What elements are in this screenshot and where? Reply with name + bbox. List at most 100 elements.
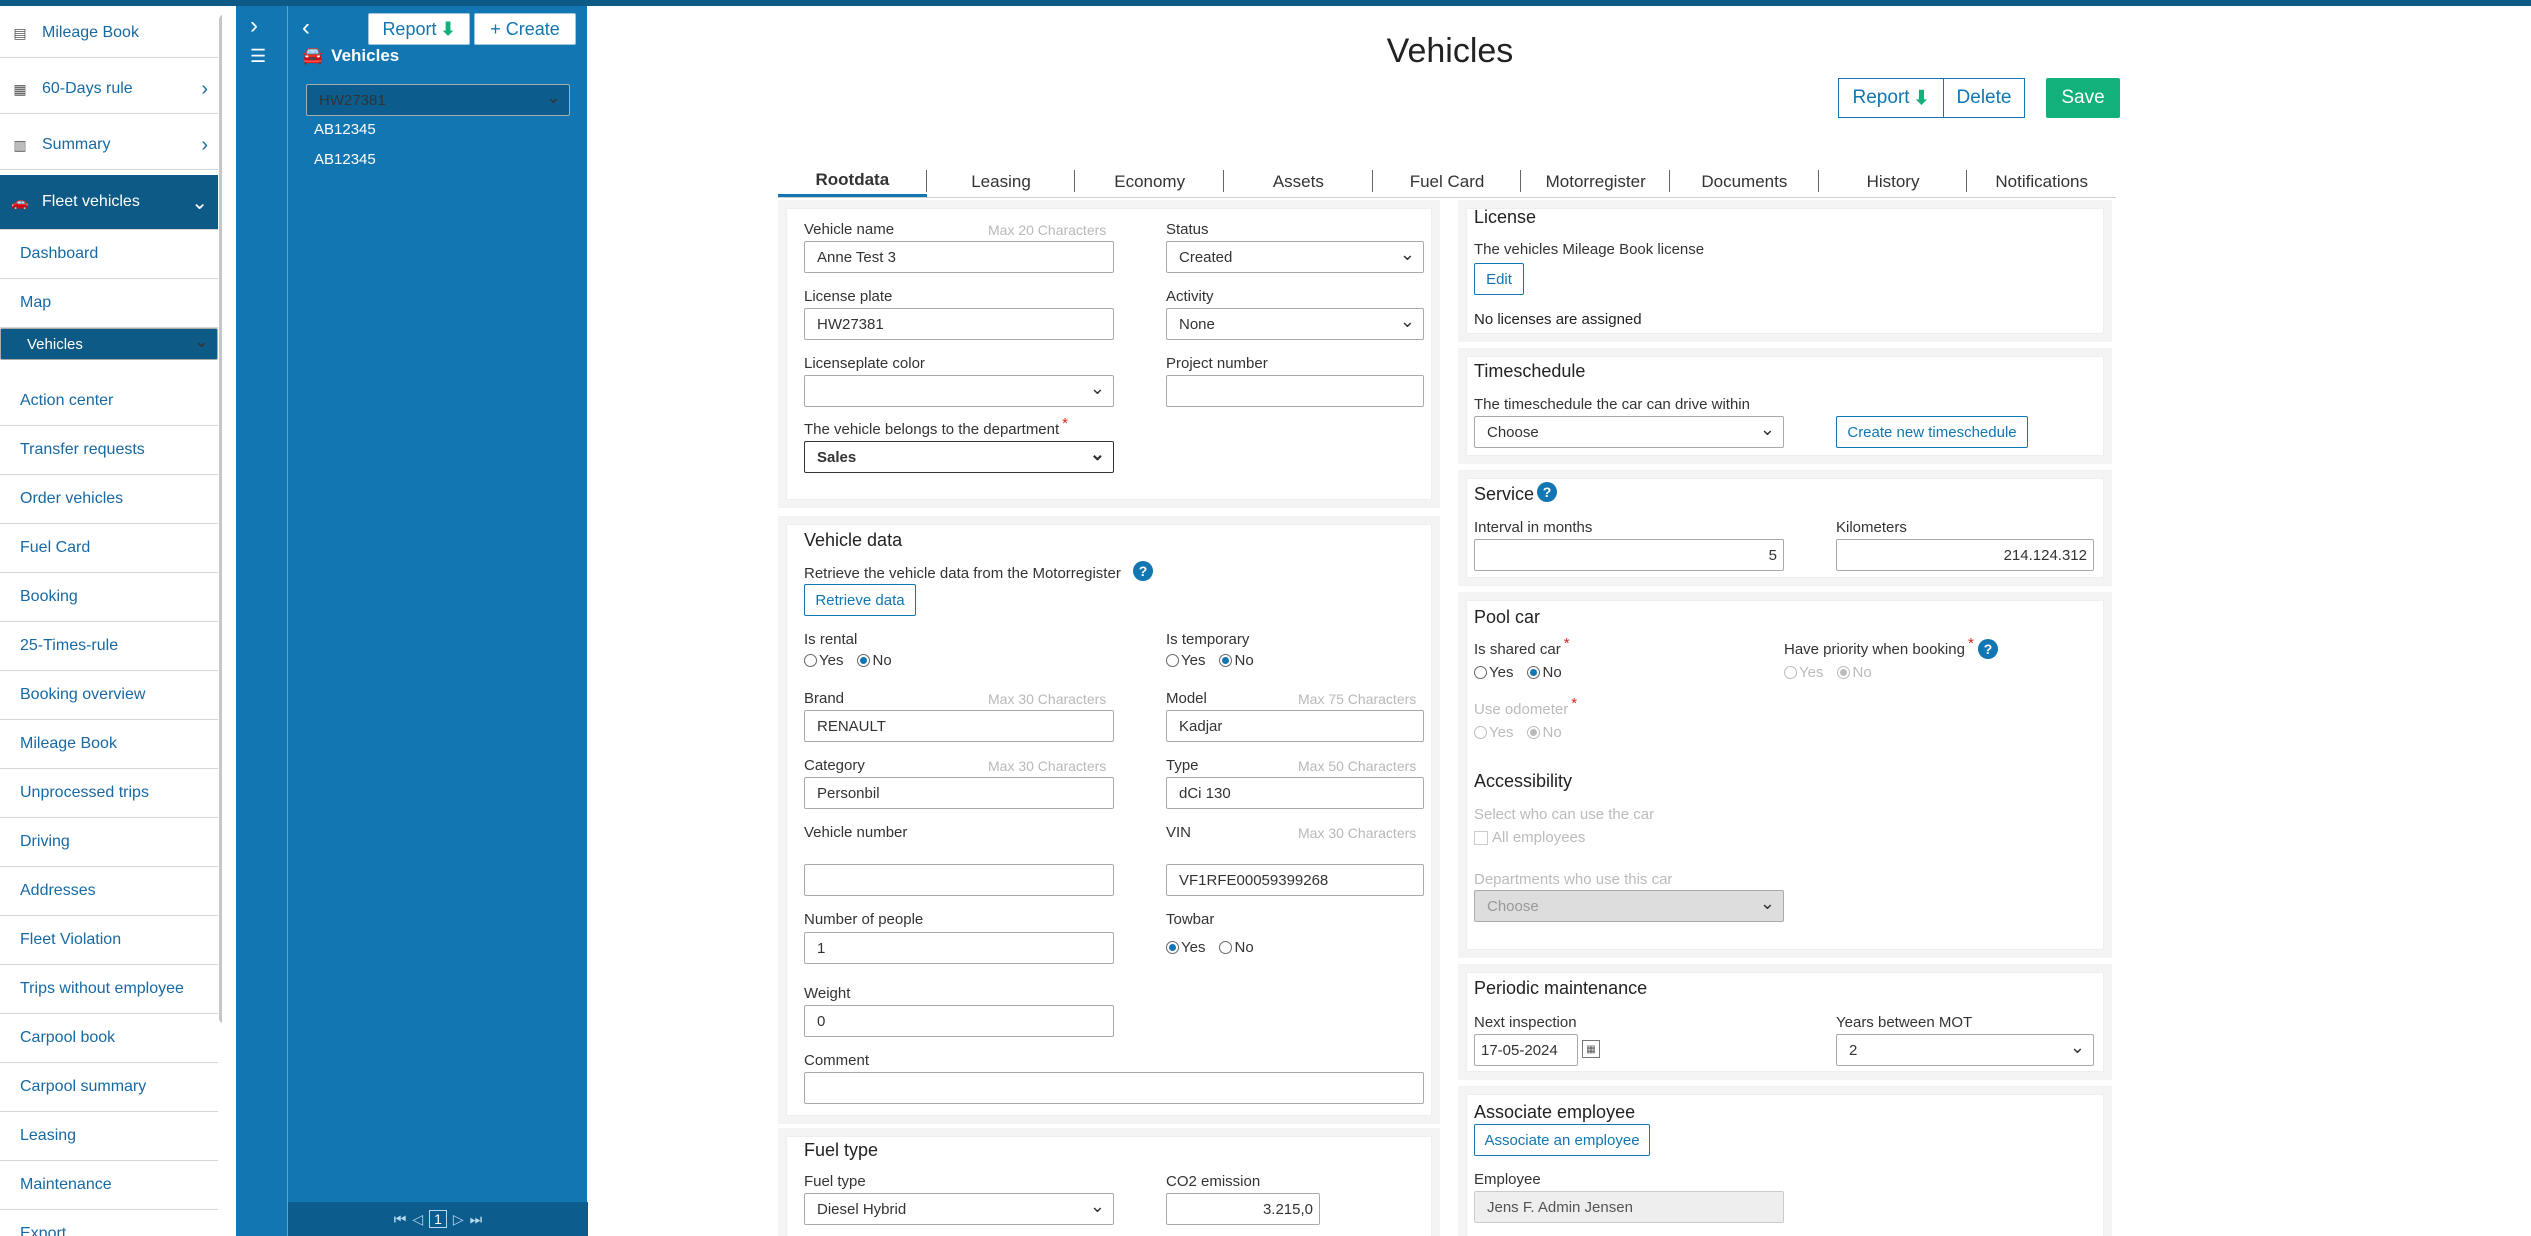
model-input[interactable]: Kadjar: [1166, 710, 1424, 742]
help-icon[interactable]: ?: [1978, 639, 1998, 659]
sidebar-sub-vehicles[interactable]: Vehicles: [0, 328, 218, 360]
sidebar-sub-fleet-violation[interactable]: Fleet Violation: [0, 916, 218, 965]
sidebar-item-60-days-rule[interactable]: ▦ 60-Days rule ›: [0, 65, 218, 114]
delete-button[interactable]: Delete: [1943, 78, 2025, 118]
list-item[interactable]: AB12345: [306, 114, 570, 144]
sidebar-sub-booking-overview[interactable]: Booking overview: [0, 671, 218, 720]
sidebar-item-summary[interactable]: ▥ Summary ›: [0, 121, 218, 170]
vehicle-number-input[interactable]: [804, 864, 1114, 896]
sidebar-sub-export[interactable]: Export: [0, 1210, 218, 1236]
no-licenses-text: No licenses are assigned: [1474, 311, 1642, 328]
timeschedule-select[interactable]: Choose: [1474, 416, 1784, 448]
kilometers-input[interactable]: 214.124.312: [1836, 539, 2094, 571]
category-input[interactable]: Personbil: [804, 777, 1114, 809]
radio-yes[interactable]: Yes: [804, 652, 843, 669]
license-plate-input[interactable]: HW27381: [804, 308, 1114, 340]
activity-select[interactable]: None: [1166, 308, 1424, 340]
sidebar-sub-fuel-card[interactable]: Fuel Card: [0, 524, 218, 573]
sidebar-sub-map[interactable]: Map: [0, 279, 218, 328]
brand-input[interactable]: RENAULT: [804, 710, 1114, 742]
sidebar-sub-order-vehicles[interactable]: Order vehicles: [0, 475, 218, 524]
help-icon[interactable]: ?: [1537, 482, 1557, 502]
page-number[interactable]: 1: [429, 1210, 447, 1228]
sidebar-sub-trips-without-employee[interactable]: Trips without employee: [0, 965, 218, 1014]
interval-input[interactable]: 5: [1474, 539, 1784, 571]
fuel-type-select[interactable]: Diesel Hybrid: [804, 1193, 1114, 1225]
radio-no[interactable]: No: [1219, 652, 1254, 669]
sidebar-item-fleet-vehicles[interactable]: 🚗 Fleet vehicles ⌄: [0, 175, 218, 230]
comment-input[interactable]: [804, 1072, 1424, 1104]
associate-employee-button[interactable]: Associate an employee: [1474, 1124, 1650, 1156]
filter-sliders-icon[interactable]: ☰: [250, 44, 266, 68]
sidebar-item-mileage-book[interactable]: ▤ Mileage Book: [0, 9, 218, 58]
save-button[interactable]: Save: [2046, 78, 2120, 118]
type-input[interactable]: dCi 130: [1166, 777, 1424, 809]
tab-leasing[interactable]: Leasing: [927, 166, 1076, 197]
create-button[interactable]: + Create: [474, 13, 576, 45]
calendar-icon[interactable]: ▦: [1582, 1040, 1600, 1058]
department-select[interactable]: Sales: [804, 441, 1114, 473]
radio-yes[interactable]: Yes: [1474, 664, 1513, 681]
tab-economy[interactable]: Economy: [1075, 166, 1224, 197]
sidebar-sub-unprocessed-trips[interactable]: Unprocessed trips: [0, 769, 218, 818]
radio-no[interactable]: No: [1219, 939, 1254, 956]
plate-color-select[interactable]: [804, 375, 1114, 407]
sidebar-scrollbar[interactable]: [219, 14, 222, 1024]
vin-input[interactable]: VF1RFE00059399268: [1166, 864, 1424, 896]
sidebar-sub-addresses[interactable]: Addresses: [0, 867, 218, 916]
expand-icon[interactable]: ›: [250, 14, 258, 38]
radio-yes[interactable]: Yes: [1166, 652, 1205, 669]
fuel-type-title: Fuel type: [804, 1140, 879, 1160]
sidebar-sub-action-center[interactable]: Action center: [0, 377, 218, 426]
sidebar-sub-dashboard[interactable]: Dashboard: [0, 230, 218, 279]
list-report-button[interactable]: Report ⬇: [368, 13, 470, 45]
list-item[interactable]: AB12345: [306, 144, 570, 174]
vehicle-name-input[interactable]: Anne Test 3: [804, 241, 1114, 273]
people-input[interactable]: 1: [804, 932, 1114, 964]
tab-assets[interactable]: Assets: [1224, 166, 1373, 197]
report-button[interactable]: Report ⬇: [1838, 78, 1944, 118]
collapse-icon[interactable]: ‹: [302, 14, 310, 42]
next-inspection-label: Next inspection: [1474, 1014, 1577, 1031]
tab-rootdata[interactable]: Rootdata: [778, 166, 927, 197]
sidebar-sub-leasing[interactable]: Leasing: [0, 1112, 218, 1161]
prev-page-icon[interactable]: ◁: [412, 1211, 423, 1228]
first-page-icon[interactable]: ⏮: [394, 1211, 407, 1228]
status-label: Status: [1166, 221, 1209, 238]
create-timeschedule-button[interactable]: Create new timeschedule: [1836, 416, 2028, 448]
retrieve-data-button[interactable]: Retrieve data: [804, 584, 916, 616]
sidebar-sub-booking[interactable]: Booking: [0, 573, 218, 622]
radio-no-label: No: [1852, 664, 1872, 681]
radio-no[interactable]: No: [1527, 664, 1562, 681]
tab-documents[interactable]: Documents: [1670, 166, 1819, 197]
tab-bar: Rootdata Leasing Economy Assets Fuel Car…: [778, 166, 2116, 198]
sidebar-sub-carpool-book[interactable]: Carpool book: [0, 1014, 218, 1063]
sidebar-sub-carpool-summary[interactable]: Carpool summary: [0, 1063, 218, 1112]
license-edit-button[interactable]: Edit: [1474, 263, 1524, 295]
radio-yes[interactable]: Yes: [1166, 939, 1205, 956]
next-inspection-input[interactable]: 17-05-2024: [1474, 1034, 1578, 1066]
radio-no-circle: [1219, 654, 1233, 667]
sidebar-sub-mileage-book[interactable]: Mileage Book: [0, 720, 218, 769]
license-title: License: [1474, 207, 1537, 227]
next-page-icon[interactable]: ▷: [453, 1211, 464, 1228]
radio-no[interactable]: No: [857, 652, 892, 669]
tab-notifications[interactable]: Notifications: [1967, 166, 2116, 197]
co2-input[interactable]: 3.215,0: [1166, 1193, 1320, 1225]
status-select[interactable]: Created: [1166, 241, 1424, 273]
brand-label: Brand: [804, 690, 845, 707]
help-icon[interactable]: ?: [1133, 561, 1153, 581]
sidebar-sub-maintenance[interactable]: Maintenance: [0, 1161, 218, 1210]
years-mot-select[interactable]: 2: [1836, 1034, 2094, 1066]
tab-fuel-card[interactable]: Fuel Card: [1373, 166, 1522, 197]
sidebar-sub-transfer-requests[interactable]: Transfer requests: [0, 426, 218, 475]
sidebar-sub-25-times-rule[interactable]: 25-Times-rule: [0, 622, 218, 671]
tab-motorregister[interactable]: Motorregister: [1521, 166, 1670, 197]
radio-yes-circle: [1474, 726, 1487, 739]
sidebar-sub-driving[interactable]: Driving: [0, 818, 218, 867]
list-item[interactable]: HW27381: [306, 84, 570, 116]
tab-history[interactable]: History: [1819, 166, 1968, 197]
last-page-icon[interactable]: ⏭: [470, 1211, 483, 1228]
project-number-input[interactable]: [1166, 375, 1424, 407]
weight-input[interactable]: 0: [804, 1005, 1114, 1037]
